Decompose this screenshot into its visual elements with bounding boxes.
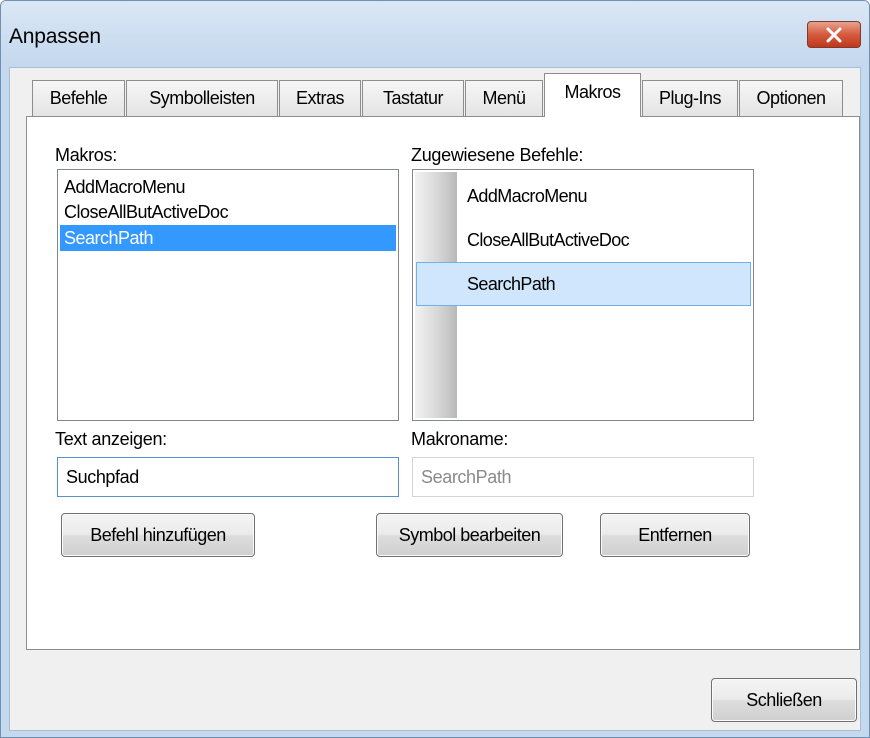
tab-extras[interactable]: Extras [279,80,361,116]
tab-tastatur[interactable]: Tastatur [362,80,464,116]
assigned-command-item[interactable]: CloseAllButActiveDoc [467,218,630,262]
macro-list-item-selected[interactable]: SearchPath [60,225,396,251]
tab-menue[interactable]: Menü [465,80,543,116]
add-command-button[interactable]: Befehl hinzufügen [61,513,255,557]
assigned-commands-label: Zugewiesene Befehle: [411,145,584,165]
close-button[interactable]: Schließen [711,678,857,722]
remove-button[interactable]: Entfernen [600,513,750,557]
makros-tab-panel: Makros: AddMacroMenu CloseAllButActiveDo… [26,116,860,650]
assigned-commands-list[interactable]: AddMacroMenu CloseAllButActiveDoc Search… [412,169,754,421]
edit-icon-button[interactable]: Symbol bearbeiten [376,513,563,557]
tab-makros[interactable]: Makros [544,73,641,117]
close-x-icon [826,27,842,42]
assigned-command-item[interactable]: AddMacroMenu [467,174,587,218]
macro-name-field: SearchPath [412,457,754,497]
display-text-input[interactable]: Suchpfad [57,457,399,497]
macros-label: Makros: [55,145,117,165]
macro-name-label: Makroname: [411,429,509,449]
macro-list-item[interactable]: AddMacroMenu [60,174,396,200]
customize-dialog: Anpassen Befehle Symbolleisten Extras Ta… [0,0,870,738]
tab-symbolleisten[interactable]: Symbolleisten [126,80,278,116]
title-bar[interactable]: Anpassen [1,1,869,67]
assigned-command-label-selected: SearchPath [467,274,556,294]
dialog-body: Befehle Symbolleisten Extras Tastatur Me… [9,67,861,731]
tab-befehle[interactable]: Befehle [32,80,125,116]
macro-list-item[interactable]: CloseAllButActiveDoc [60,199,396,225]
window-title: Anpassen [9,25,101,48]
display-text-label: Text anzeigen: [55,429,167,449]
macros-listbox[interactable]: AddMacroMenu CloseAllButActiveDoc Search… [57,169,399,421]
tab-plug-ins[interactable]: Plug-Ins [642,80,738,116]
tab-optionen[interactable]: Optionen [739,80,843,116]
close-window-button[interactable] [807,21,861,48]
